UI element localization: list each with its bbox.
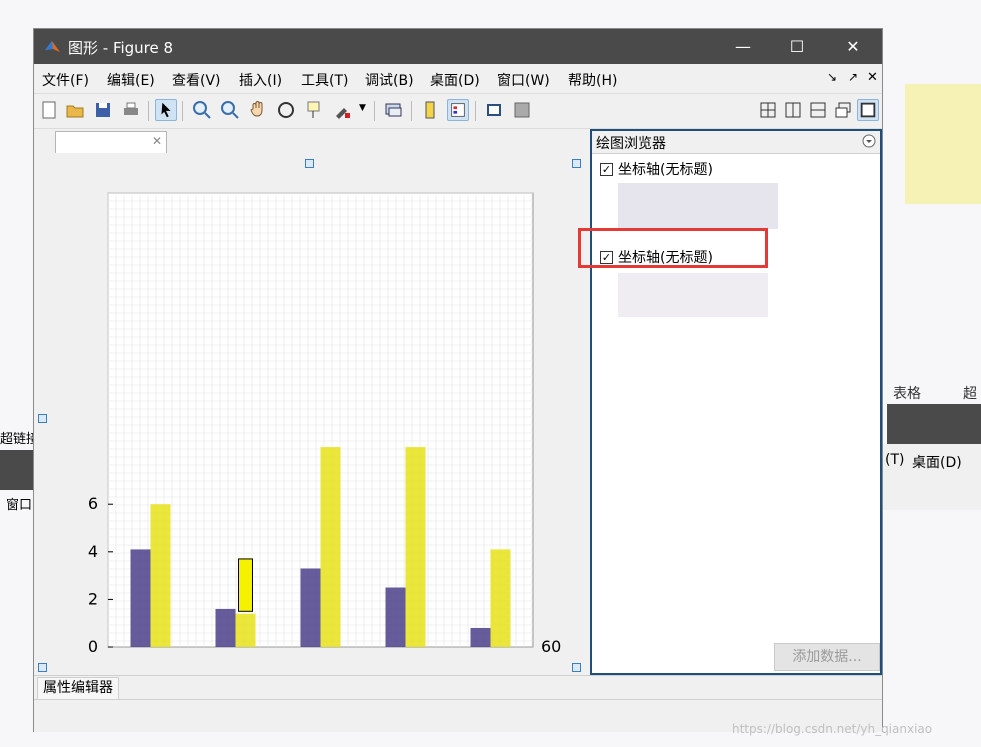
toolbar-separator <box>182 101 183 121</box>
maximize-button[interactable]: ☐ <box>774 29 820 64</box>
plot-browser-title: 绘图浏览器 <box>596 136 666 152</box>
maximize-pane-icon[interactable] <box>857 99 879 121</box>
background-mosaic <box>905 84 981 204</box>
background-left-title <box>0 450 33 490</box>
zoom-out-icon[interactable] <box>219 99 241 121</box>
x-tick-label-right: 60 <box>541 637 561 656</box>
toolbar-separator <box>475 101 476 121</box>
minimize-button[interactable]: — <box>720 29 766 64</box>
y-tick-label: 0 <box>88 637 98 656</box>
title-bar: 图形 - Figure 8 — ☐ ✕ <box>34 29 882 64</box>
bar-series-2 <box>320 447 341 647</box>
menu-insert[interactable]: 插入(I) <box>239 70 282 90</box>
brush-icon[interactable] <box>331 99 353 121</box>
edit-plot-arrow-icon[interactable] <box>155 99 177 121</box>
selection-handle[interactable] <box>572 663 581 672</box>
bar-series-1 <box>385 587 406 647</box>
data-cursor-icon[interactable] <box>303 99 325 121</box>
bar-series-1 <box>300 568 321 647</box>
open-icon[interactable] <box>64 99 86 121</box>
y-tick-label: 4 <box>88 542 98 561</box>
background-menu-table: 表格 <box>893 386 921 402</box>
figure-canvas[interactable]: 0 2 4 6 60 <box>35 153 586 675</box>
plot-browser-header: 绘图浏览器 <box>592 131 880 154</box>
bar-chart[interactable]: 0 2 4 6 60 <box>35 153 586 675</box>
toolbar-separator <box>411 101 412 121</box>
menu-debug[interactable]: 调试(B) <box>365 70 414 90</box>
pan-hand-icon[interactable] <box>247 99 269 121</box>
axes-1-checkbox[interactable]: ✓ <box>600 163 613 176</box>
bar-series-2 <box>235 613 256 647</box>
print-icon[interactable] <box>120 99 142 121</box>
toolbar-separator <box>148 101 149 121</box>
plot-area: ✕ 0 2 4 6 60 <box>35 129 586 675</box>
new-figure-icon[interactable] <box>38 99 60 121</box>
selection-handle[interactable] <box>305 159 314 168</box>
tile-horizontal-icon[interactable] <box>807 99 829 121</box>
link-plot-icon[interactable] <box>383 99 405 121</box>
menu-desktop[interactable]: 桌面(D) <box>430 70 480 90</box>
matlab-logo-icon <box>45 41 60 52</box>
tab-close-icon[interactable]: ✕ <box>152 134 162 148</box>
background-left-menu: 窗口 <box>6 498 33 513</box>
tile-vertical-icon[interactable] <box>782 99 804 121</box>
menu-help[interactable]: 帮助(H) <box>568 70 617 90</box>
brush-dropdown-chevron-icon[interactable]: ▼ <box>359 103 366 113</box>
bar-series-1 <box>215 608 236 647</box>
toolbar: ▼ <box>34 93 882 129</box>
colorbar-icon[interactable] <box>419 99 441 121</box>
add-data-button[interactable]: 添加数据... <box>774 643 880 671</box>
bar-series-2 <box>405 447 426 647</box>
legend-icon[interactable] <box>447 99 469 121</box>
obscured-series-list <box>618 183 778 229</box>
tile-grid-icon[interactable] <box>757 99 779 121</box>
selection-handle[interactable] <box>38 414 47 423</box>
float-window-icon[interactable] <box>832 99 854 121</box>
figure-window: 图形 - Figure 8 — ☐ ✕ 文件(F) 编辑(E) 查看(V) 插入… <box>33 28 883 732</box>
window-title: 图形 - Figure 8 <box>68 39 174 57</box>
browser-menu-chevron-icon[interactable] <box>862 134 876 148</box>
toolbar-separator <box>374 101 375 121</box>
background-menu-tools: (T) <box>885 452 905 468</box>
menu-file[interactable]: 文件(F) <box>42 70 89 90</box>
background-window-title <box>887 404 981 444</box>
menu-bar: 文件(F) 编辑(E) 查看(V) 插入(I) 工具(T) 调试(B) 桌面(D… <box>34 64 882 92</box>
dock-icon[interactable]: ↘ <box>827 70 837 84</box>
background-menu-super: 超 <box>963 386 977 402</box>
watermark: https://blog.csdn.net/yh_qianxiao <box>732 722 933 736</box>
save-icon[interactable] <box>92 99 114 121</box>
y-tick-label: 2 <box>88 589 98 608</box>
close-button[interactable]: ✕ <box>830 29 876 64</box>
selection-handle[interactable] <box>572 159 581 168</box>
bar-series-1 <box>130 549 151 647</box>
selection-handle[interactable] <box>38 663 47 672</box>
figure-tab[interactable]: ✕ <box>55 131 167 154</box>
undock-icon[interactable]: ↗ <box>848 70 858 84</box>
menu-edit[interactable]: 编辑(E) <box>107 70 155 90</box>
menu-view[interactable]: 查看(V) <box>172 70 221 90</box>
y-tick-label: 6 <box>88 494 98 513</box>
selected-bar <box>238 558 253 612</box>
rotate-3d-icon[interactable] <box>275 99 297 121</box>
property-editor-tab[interactable]: 属性编辑器 <box>37 677 119 700</box>
bar-series-2 <box>150 504 171 647</box>
property-editor-bar: 属性编辑器 <box>34 675 882 700</box>
plot-browser: 绘图浏览器 ✓ 坐标轴(无标题) ✓ 坐标轴(无标题) 添加数据... <box>590 129 882 675</box>
highlight-annotation-box <box>578 228 768 268</box>
bar-series-1 <box>470 627 491 647</box>
bar-series-2 <box>490 549 511 647</box>
hide-plot-tools-icon[interactable] <box>483 99 505 121</box>
obscured-series-list <box>618 273 768 317</box>
close-figure-icon[interactable]: ✕ <box>867 70 878 85</box>
menu-tools[interactable]: 工具(T) <box>301 70 348 90</box>
menu-window[interactable]: 窗口(W) <box>497 70 550 90</box>
background-menu-desktop: 桌面(D) <box>912 455 962 471</box>
zoom-in-icon[interactable] <box>191 99 213 121</box>
show-plot-tools-icon[interactable] <box>511 99 533 121</box>
axes-1-label[interactable]: 坐标轴(无标题) <box>618 159 713 179</box>
